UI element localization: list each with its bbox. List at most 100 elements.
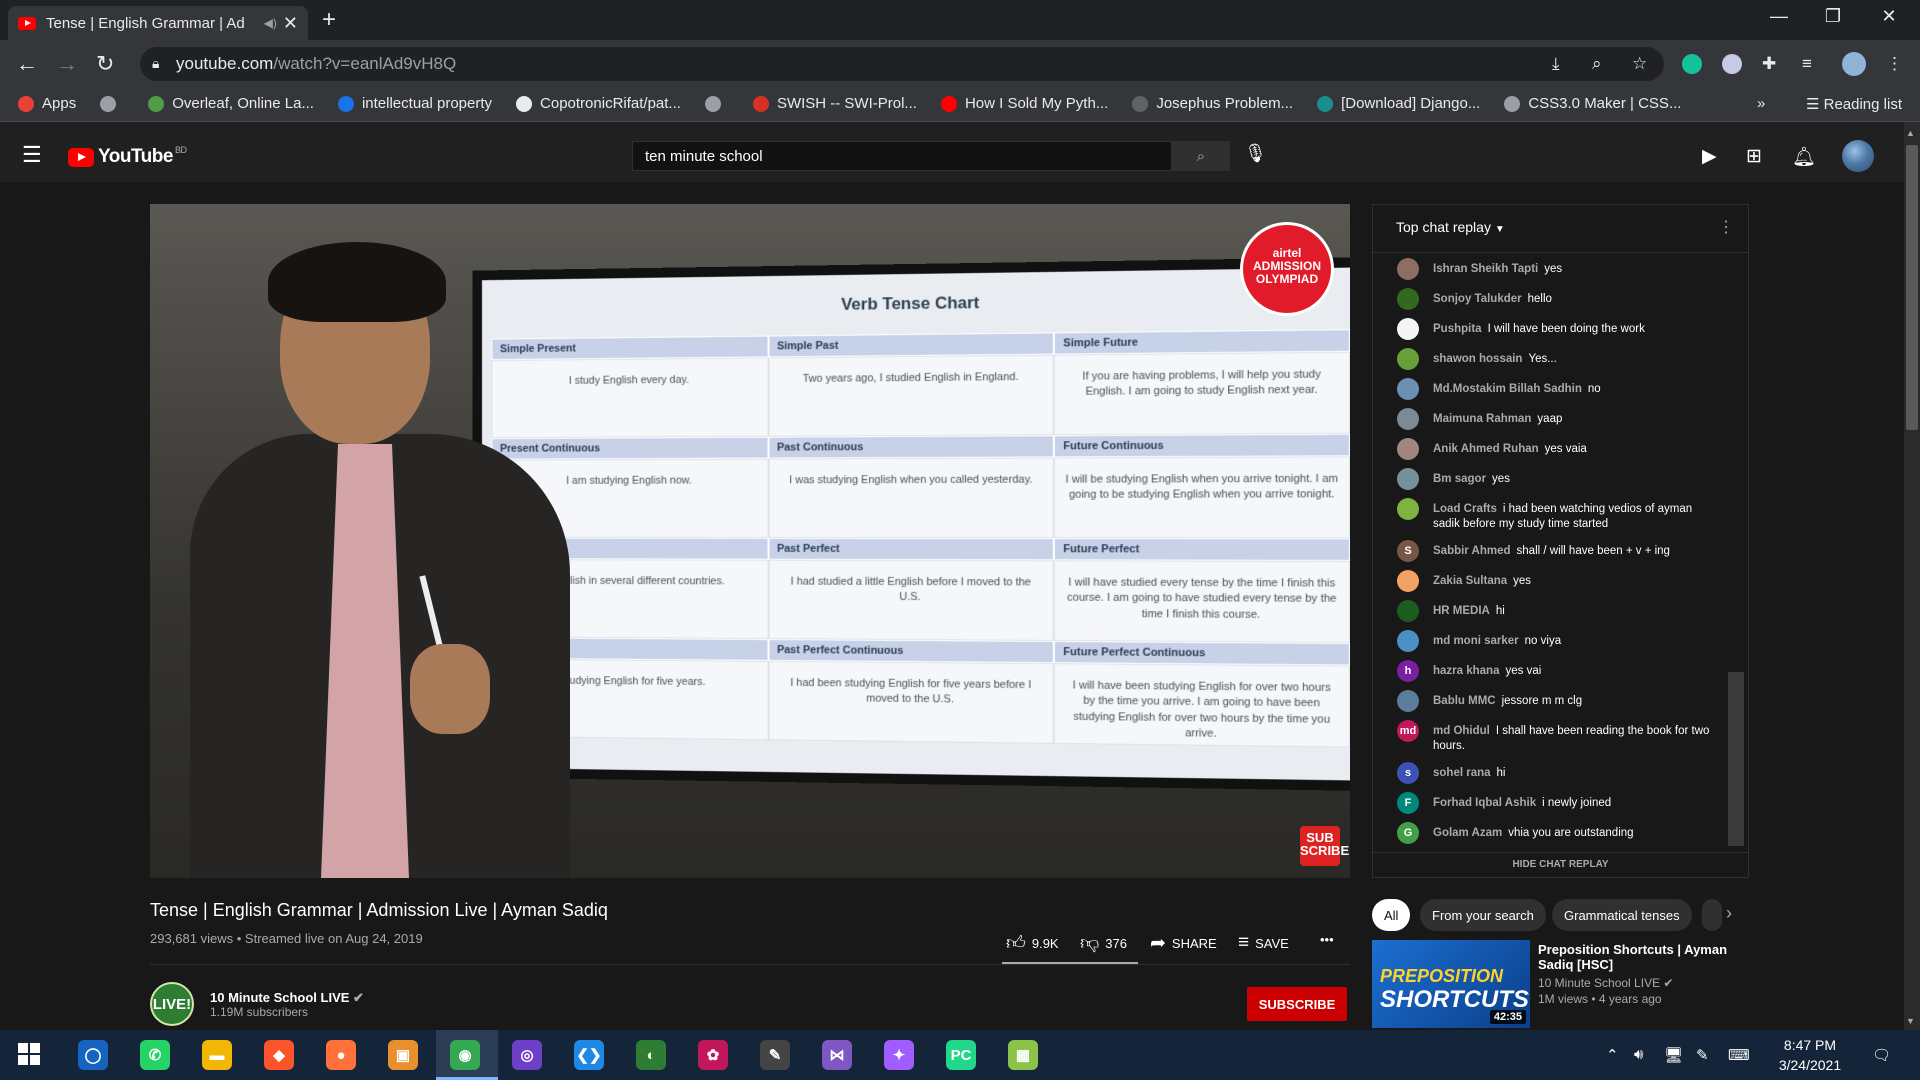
chat-avatar[interactable] bbox=[1397, 408, 1419, 430]
bookmark-item[interactable]: CopotronicRifat/pat... bbox=[516, 95, 681, 112]
search-button[interactable]: ⌕ bbox=[1172, 141, 1230, 171]
notifications-bell-icon[interactable]: 🔔︎ bbox=[1792, 145, 1816, 169]
video-player[interactable]: Verb Tense Chart Simple Present Simple Pa… bbox=[150, 204, 1350, 878]
chat-author-name[interactable]: Bablu MMC bbox=[1433, 695, 1496, 707]
grammarly-extension-icon[interactable] bbox=[1682, 54, 1702, 74]
chat-author-name[interactable]: Load Crafts bbox=[1433, 503, 1497, 515]
media-control-icon[interactable]: ≡ bbox=[1802, 54, 1812, 74]
chat-avatar[interactable] bbox=[1397, 600, 1419, 622]
chat-message[interactable]: Md.Mostakim Billah Sadhin no bbox=[1373, 374, 1725, 404]
hamburger-menu-icon[interactable]: ☰ bbox=[22, 142, 42, 168]
chat-message[interactable]: h hazra khana yes vai bbox=[1373, 656, 1725, 686]
close-window-button[interactable]: ✕ bbox=[1866, 6, 1912, 27]
inkscape-icon[interactable]: ✎ bbox=[760, 1040, 790, 1070]
pycharm-icon[interactable]: PC bbox=[946, 1040, 976, 1070]
chat-avatar[interactable] bbox=[1397, 498, 1419, 520]
chat-author-name[interactable]: hazra khana bbox=[1433, 665, 1499, 677]
volume-icon[interactable]: 🔊︎ bbox=[1634, 1046, 1643, 1063]
bookmark-item[interactable]: Apps bbox=[18, 95, 76, 112]
chrome-icon[interactable]: ◉ bbox=[450, 1040, 480, 1070]
chat-author-name[interactable]: shawon hossain bbox=[1433, 353, 1522, 365]
chip-all[interactable]: All bbox=[1372, 899, 1411, 931]
microphone-icon[interactable]: 🎙︎ bbox=[1244, 143, 1267, 164]
visual-studio-icon[interactable]: ⋈ bbox=[822, 1040, 852, 1070]
lock-icon[interactable]: 🔒︎ bbox=[152, 55, 159, 72]
chat-avatar[interactable] bbox=[1397, 288, 1419, 310]
scroll-down-arrow-icon[interactable]: ▼ bbox=[1906, 1016, 1915, 1026]
chat-author-name[interactable]: sohel rana bbox=[1433, 767, 1491, 779]
new-tab-button[interactable]: + bbox=[322, 6, 336, 34]
back-arrow-icon[interactable]: ← bbox=[16, 51, 38, 77]
bookmark-item[interactable]: [Download] Django... bbox=[1317, 95, 1480, 112]
chrome-menu-icon[interactable]: ⋮ bbox=[1886, 54, 1903, 74]
scroll-up-arrow-icon[interactable]: ▲ bbox=[1906, 128, 1915, 138]
chat-author-name[interactable]: Md.Mostakim Billah Sadhin bbox=[1433, 383, 1582, 395]
channel-name[interactable]: 10 Minute School LIVE ✔ bbox=[210, 990, 364, 1006]
tray-chevron-icon[interactable]: ⌃ bbox=[1606, 1046, 1619, 1064]
dislike-button[interactable]: 👎︎ 376 bbox=[1080, 932, 1127, 955]
channel-avatar[interactable]: LIVE! bbox=[150, 982, 194, 1026]
notifications-icon[interactable]: 🗨︎ bbox=[1872, 1046, 1891, 1064]
office-icon[interactable]: ▣ bbox=[388, 1040, 418, 1070]
subscribe-watermark[interactable]: SUB SCRIBE bbox=[1300, 826, 1349, 866]
chat-message[interactable]: Ishran Sheikh Tapti yes bbox=[1373, 254, 1725, 284]
chat-author-name[interactable]: Sabbir Ahmed bbox=[1433, 545, 1511, 557]
speaker-icon[interactable]: ◀) bbox=[264, 16, 277, 30]
account-avatar[interactable] bbox=[1842, 140, 1874, 172]
recommendation-thumbnail[interactable]: PREPOSITION SHORTCUTS 42:35 bbox=[1372, 940, 1530, 1028]
chip-grammatical-tenses[interactable]: Grammatical tenses bbox=[1552, 899, 1692, 931]
chip-partial[interactable] bbox=[1702, 899, 1722, 931]
brave-icon[interactable]: ◆ bbox=[264, 1040, 294, 1070]
chat-author-name[interactable]: Anik Ahmed Ruhan bbox=[1433, 443, 1539, 455]
bookmark-item[interactable]: intellectual property bbox=[337, 95, 492, 112]
chip-next-arrow-icon[interactable]: › bbox=[1726, 903, 1732, 924]
firefox-icon[interactable]: ● bbox=[326, 1040, 356, 1070]
chat-message[interactable]: Load Crafts i had been watching vedios of… bbox=[1373, 494, 1725, 536]
chat-avatar[interactable] bbox=[1397, 468, 1419, 490]
install-app-icon[interactable]: ⤓ bbox=[1552, 54, 1560, 74]
restore-button[interactable]: ❐ bbox=[1810, 6, 1856, 27]
chat-avatar[interactable] bbox=[1397, 690, 1419, 712]
chat-message[interactable]: S Sabbir Ahmed shall / will have been + v … bbox=[1373, 536, 1725, 566]
youtube-logo[interactable]: YouTube BD bbox=[68, 145, 187, 168]
chat-avatar[interactable] bbox=[1397, 438, 1419, 460]
messenger-icon[interactable]: ✦ bbox=[884, 1040, 914, 1070]
browser-tab-active[interactable]: Tense | English Grammar | Ad ◀) ✕ bbox=[8, 6, 308, 40]
chat-message[interactable]: F Forhad Iqbal Ashik i newly joined bbox=[1373, 788, 1725, 818]
chat-avatar[interactable]: s bbox=[1397, 762, 1419, 784]
reload-icon[interactable]: ↻ bbox=[96, 51, 114, 77]
extension-icon[interactable] bbox=[1722, 54, 1742, 74]
url-text[interactable]: youtube.com/watch?v=eanlAd9vH8Q bbox=[176, 54, 456, 74]
chat-author-name[interactable]: Sonjoy Talukder bbox=[1433, 293, 1522, 305]
pen-icon[interactable]: ✎ bbox=[1696, 1046, 1709, 1064]
chat-message[interactable]: Pushpita I will have been doing the work bbox=[1373, 314, 1725, 344]
chat-scrollbar[interactable] bbox=[1728, 672, 1744, 846]
chat-avatar[interactable] bbox=[1397, 318, 1419, 340]
subscribe-button[interactable]: SUBSCRIBE bbox=[1247, 987, 1347, 1021]
chat-message[interactable]: Bm sagor yes bbox=[1373, 464, 1725, 494]
extensions-puzzle-icon[interactable]: ✚ bbox=[1762, 54, 1776, 74]
chat-author-name[interactable]: md Ohidul bbox=[1433, 725, 1490, 737]
chat-message[interactable]: Sonjoy Talukder hello bbox=[1373, 284, 1725, 314]
chat-author-name[interactable]: Forhad Iqbal Ashik bbox=[1433, 797, 1536, 809]
profile-avatar-icon[interactable] bbox=[1842, 52, 1866, 76]
chat-avatar[interactable] bbox=[1397, 378, 1419, 400]
chat-message[interactable]: Anik Ahmed Ruhan yes vaia bbox=[1373, 434, 1725, 464]
more-bookmarks-chevron[interactable]: » bbox=[1757, 95, 1765, 112]
bookmark-item[interactable]: Overleaf, Online La... bbox=[148, 95, 314, 112]
windows-start-icon[interactable] bbox=[18, 1043, 40, 1065]
chat-avatar[interactable] bbox=[1397, 348, 1419, 370]
globe-app-icon[interactable]: ◐ bbox=[636, 1040, 666, 1070]
chat-avatar[interactable] bbox=[1397, 570, 1419, 592]
paint-icon[interactable]: ✿ bbox=[698, 1040, 728, 1070]
page-scrollbar-thumb[interactable] bbox=[1906, 145, 1918, 430]
chat-avatar[interactable]: S bbox=[1397, 540, 1419, 562]
chat-author-name[interactable]: Ishran Sheikh Tapti bbox=[1433, 263, 1538, 275]
chat-message-list[interactable]: Ishran Sheikh Tapti yes Sonjoy Talukder hel… bbox=[1373, 254, 1725, 844]
chat-message[interactable]: Zakia Sultana yes bbox=[1373, 566, 1725, 596]
cortana-icon[interactable]: ◯ bbox=[78, 1040, 108, 1070]
bookmark-item[interactable]: SWISH -- SWI-Prol... bbox=[752, 95, 917, 112]
chat-more-icon[interactable]: ⋮ bbox=[1718, 217, 1734, 237]
chat-message[interactable]: HR MEDIA hi bbox=[1373, 596, 1725, 626]
bookmark-item[interactable]: CSS3.0 Maker | CSS... bbox=[1504, 95, 1681, 112]
